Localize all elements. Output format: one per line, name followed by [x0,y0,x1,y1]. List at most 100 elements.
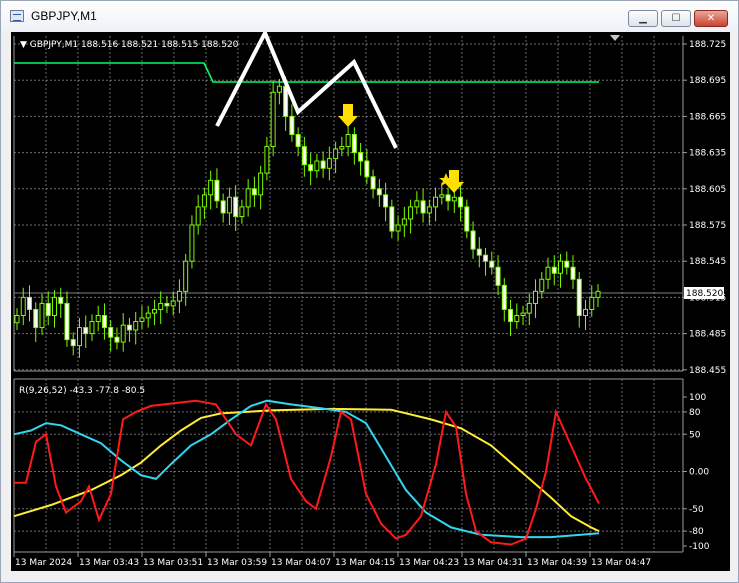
candle-body [470,230,476,250]
candle-body [114,336,120,343]
indicator-tick-label: -100 [689,542,710,552]
candle-body [339,146,345,150]
candle-body [489,260,495,268]
candle-body [458,196,464,208]
candle-body [433,196,439,208]
candle-body [570,266,576,280]
indicator-tick-label: 0.00 [689,468,709,478]
close-button[interactable]: ✕ [694,10,728,27]
candle-body [120,324,126,343]
candle-body [70,339,76,347]
candle-body [151,308,157,314]
candle-body [145,312,151,319]
candle-body [545,266,551,280]
candle-body [395,224,401,232]
candle-body [195,206,201,226]
candle-body [295,134,301,148]
candle-body [308,164,314,172]
candle-body [383,194,389,208]
time-tick-label: 13 Mar 03:51 [143,558,203,568]
candle-body [39,302,45,329]
candle-body [264,146,270,174]
candle-body [370,176,376,190]
candle-body [508,308,514,323]
title-bar[interactable]: GBPJPY,M1 ▁ ☐ ✕ [1,1,738,31]
price-tick-label: 188.545 [689,257,726,267]
price-tick-label: 188.695 [689,76,726,86]
time-tick-label: 13 Mar 04:47 [591,558,651,568]
time-tick-label: 13 Mar 2024 [15,558,72,568]
candle-body [76,327,82,347]
candle-body [426,206,432,214]
price-axis: 188.725 188.695 188.665 188.635 188.605 188.5… [683,40,726,376]
indicator-tick-label: 100 [689,393,706,403]
candle-body [389,206,395,232]
candle-body [364,160,370,178]
price-tick-label: 188.725 [689,40,726,50]
price-chart[interactable]: ▼ GBPJPY,M1 188.516 188.521 188.515 188.… [11,28,730,571]
chart-window-icon [10,10,24,22]
candle-body [139,317,145,323]
candle-body [208,179,214,196]
chart-area[interactable]: ▼ GBPJPY,M1 188.516 188.521 188.515 188.… [11,28,730,571]
resistance-level-line [14,62,599,83]
candle-body [176,290,182,302]
candle-body [26,296,32,310]
candle-body [558,260,564,274]
candle-body [14,315,20,324]
candle-body [564,260,570,268]
time-tick-label: 13 Mar 04:07 [271,558,331,568]
maximize-button[interactable]: ☐ [661,10,691,27]
candle-body [345,134,351,148]
candle-body [451,196,457,202]
candle-body [289,115,295,136]
indicator-tick-label: -80 [689,527,704,537]
candle-body [320,160,326,169]
indicator-tick-label: -50 [689,505,704,515]
candle-body [401,218,407,226]
price-tick-label: 188.485 [689,330,726,340]
candle-body [33,308,39,329]
candle-body [551,266,557,274]
indicator-grid [13,379,683,552]
candle-body [589,296,595,310]
time-tick-label: 13 Mar 04:15 [335,558,395,568]
chart-header: ▼ GBPJPY,M1 188.516 188.521 188.515 188.… [20,40,239,50]
candle-body [95,315,101,323]
candle-body [420,200,426,214]
candle-body [45,302,51,316]
candle-body [533,290,539,304]
price-tick-label: 188.605 [689,185,726,195]
candle-body [358,152,364,162]
fast-oscillator-line [14,399,600,546]
candle-body [220,200,226,214]
candle-body [108,327,114,338]
candle-body [314,160,320,172]
candle-body [20,296,26,316]
candle-body [101,315,107,329]
candle-body [376,188,382,196]
minimize-button[interactable]: ▁ [628,10,658,27]
candle-body [270,91,276,148]
time-axis: 13 Mar 2024 13 Mar 03:43 13 Mar 03:51 13 Ma… [13,552,651,568]
candle-body [226,196,232,214]
price-tick-label: 188.455 [689,366,726,376]
indicator-axis: 100 80 50 0.00 -50 -80 -100 [683,393,710,552]
chart-shift-marker-icon [610,35,620,41]
candle-body [251,188,257,196]
indicator-header: R(9,26,52) -43.3 -77.8 -80.5 [19,386,145,396]
candle-body [501,284,507,310]
time-tick-label: 13 Mar 04:23 [399,558,459,568]
candle-body [89,321,95,335]
candle-body [258,172,264,196]
price-tick-label: 188.575 [689,221,726,231]
zigzag-line [215,28,398,149]
candle-body [414,200,420,208]
candle-body [526,302,532,314]
candle-body [583,308,589,317]
time-tick-label: 13 Mar 04:31 [463,558,523,568]
time-tick-label: 13 Mar 03:59 [207,558,267,568]
price-tick-label: 188.665 [689,112,726,122]
candle-body [126,324,132,331]
candle-body [326,158,332,169]
